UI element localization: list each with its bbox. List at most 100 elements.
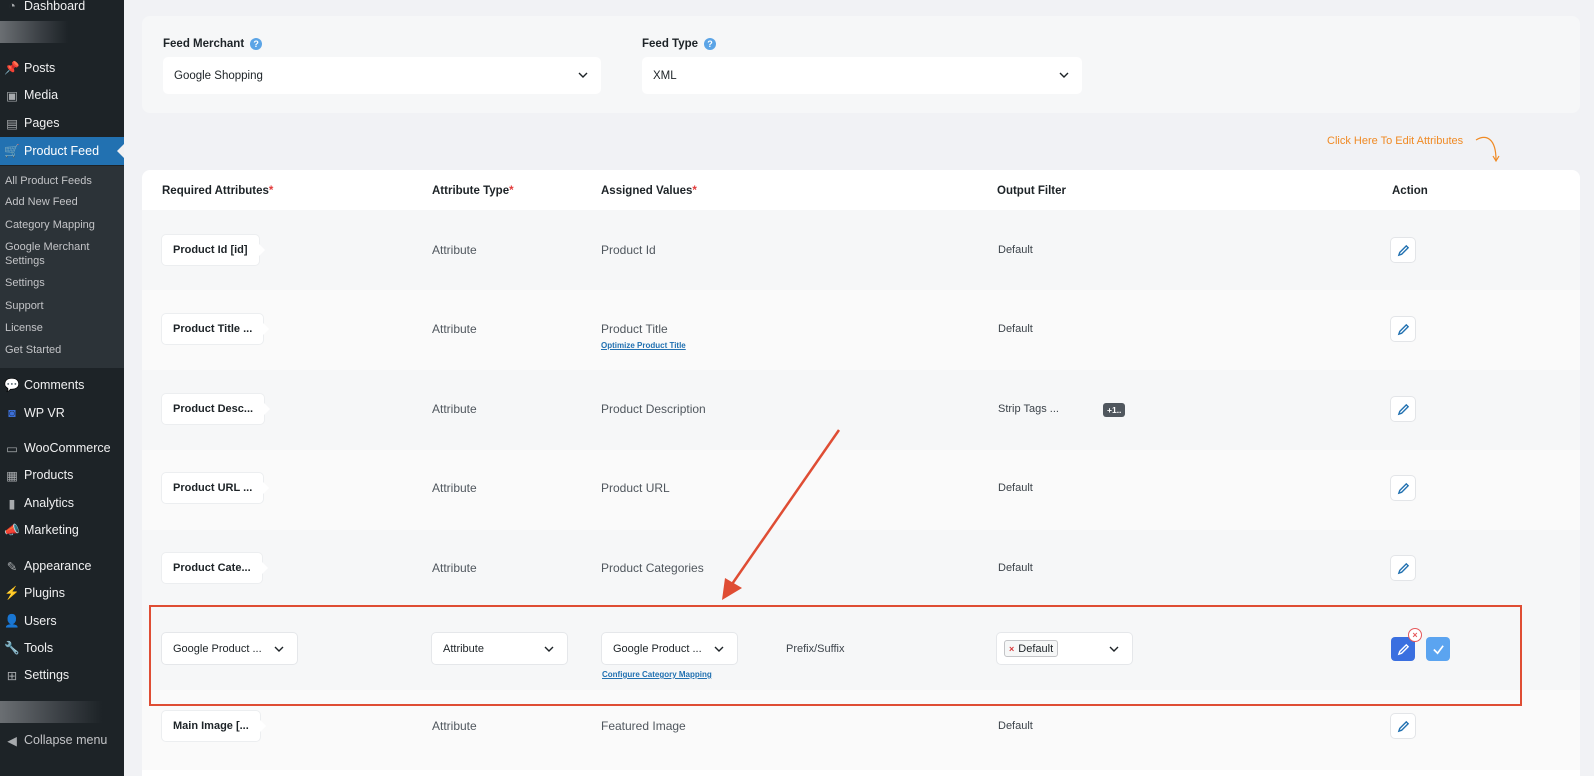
attribute-tag: Main Image [...	[162, 711, 266, 741]
sidebar-item-plugins[interactable]: ⚡ Plugins	[0, 580, 124, 606]
submenu-all-feeds[interactable]: All Product Feeds	[5, 174, 92, 188]
edit-button[interactable]	[1391, 556, 1415, 580]
products-icon: ▦	[6, 468, 18, 483]
submenu-merchant-settings[interactable]: Google Merchant Settings	[5, 240, 105, 268]
submenu-get-started[interactable]: Get Started	[5, 343, 61, 357]
collapse-menu-button[interactable]: ◀ Collapse menu	[0, 727, 124, 753]
user-icon: 👤	[4, 613, 20, 628]
assigned-value: Product URL	[601, 481, 670, 495]
pencil-icon	[1397, 720, 1409, 732]
pages-icon: ▤	[6, 116, 18, 131]
optimize-title-link[interactable]: Optimize Product Title	[601, 341, 686, 350]
sidebar-item-media[interactable]: ▣ Media	[0, 82, 124, 108]
sidebar-item-wpvr[interactable]: ◙ WP VR	[0, 400, 124, 426]
comment-icon: 💬	[4, 377, 20, 392]
attribute-type: Attribute	[432, 719, 477, 733]
edit-button[interactable]	[1391, 476, 1415, 500]
attribute-tag: Product Desc...	[162, 394, 271, 424]
header-output-filter: Output Filter	[997, 185, 1066, 197]
feed-type-select[interactable]: XML	[642, 57, 1082, 94]
table-row: Product Cate... Attribute Product Catego…	[142, 530, 1580, 610]
table-row: Product Id [id] Attribute Product Id Def…	[142, 210, 1580, 290]
curved-arrow-icon	[1475, 136, 1500, 163]
submenu-category-mapping[interactable]: Category Mapping	[5, 218, 95, 232]
attribute-type: Attribute	[432, 402, 477, 416]
settings-icon: ⊞	[6, 668, 18, 683]
sidebar-item-products[interactable]: ▦ Products	[0, 462, 124, 488]
megaphone-icon: 📣	[4, 522, 20, 537]
attribute-tag: Product Cate...	[162, 553, 268, 583]
chevron-down-icon	[578, 72, 588, 78]
table-row: Product Desc... Attribute Product Descri…	[142, 370, 1580, 450]
table-row: Product Title ... Attribute Product Titl…	[142, 290, 1580, 370]
vr-icon: ◙	[8, 406, 16, 420]
media-icon: ▣	[6, 88, 18, 103]
wrench-icon: 🔧	[4, 640, 20, 655]
brush-icon: ✎	[6, 559, 18, 574]
sidebar-item-posts[interactable]: 📌 Posts	[0, 55, 124, 81]
assigned-value: Product Title	[601, 322, 668, 336]
edit-button[interactable]	[1391, 714, 1415, 738]
submenu-license[interactable]: License	[5, 321, 43, 335]
edit-button[interactable]	[1391, 238, 1415, 262]
sidebar-item-tools[interactable]: 🔧 Tools	[0, 635, 124, 661]
edit-button[interactable]	[1391, 317, 1415, 341]
sidebar-item-analytics[interactable]: ▮ Analytics	[0, 490, 124, 516]
header-action: Action	[1392, 185, 1428, 197]
feed-merchant-select[interactable]: Google Shopping	[163, 57, 601, 94]
attribute-tag: Product Id [id]	[162, 235, 265, 265]
sidebar-item-users[interactable]: 👤 Users	[0, 608, 124, 634]
attribute-type: Attribute	[432, 561, 477, 575]
attribute-tag: Product Title ...	[162, 314, 270, 344]
sidebar-item-dashboard[interactable]: ◔ Dashboard	[0, 0, 124, 19]
feed-merchant-label: Feed Merchant ?	[163, 38, 263, 50]
submenu-add-new-feed[interactable]: Add New Feed	[5, 195, 78, 209]
assigned-value: Featured Image	[601, 719, 686, 733]
pencil-icon	[1397, 403, 1409, 415]
header-required-attributes: Required Attributes*	[162, 185, 274, 197]
header-attribute-type: Attribute Type*	[432, 185, 514, 197]
sidebar-item-appearance[interactable]: ✎ Appearance	[0, 553, 124, 579]
sidebar-item-product-feed[interactable]: 🛒 Product Feed	[0, 137, 124, 165]
chevron-down-icon	[1059, 72, 1069, 78]
sidebar-item-woocommerce[interactable]: ▭ WooCommerce	[0, 435, 124, 461]
help-icon[interactable]: ?	[250, 38, 263, 50]
cart-icon: 🛒	[4, 143, 20, 158]
pencil-icon	[1397, 482, 1409, 494]
output-filter: Default	[998, 244, 1033, 256]
submenu-support[interactable]: Support	[5, 299, 44, 313]
pencil-icon	[1397, 323, 1409, 335]
product-feed-submenu: All Product Feeds Add New Feed Category …	[0, 166, 124, 368]
sidebar-item-marketing[interactable]: 📣 Marketing	[0, 517, 124, 543]
sidebar-item-comments[interactable]: 💬 Comments	[0, 372, 124, 398]
assigned-value: Product Description	[601, 402, 706, 416]
analytics-icon: ▮	[8, 496, 16, 511]
sidebar-item-pages[interactable]: ▤ Pages	[0, 110, 124, 136]
highlight-box	[149, 605, 1522, 706]
header-assigned-values: Assigned Values*	[601, 185, 697, 197]
annotation-arrow-icon	[722, 429, 841, 600]
feed-type-label: Feed Type ?	[642, 38, 717, 50]
output-filter: Strip Tags ...	[998, 403, 1059, 415]
collapse-icon: ◀	[7, 733, 17, 748]
assigned-value: Product Categories	[601, 561, 704, 575]
output-filter: Default	[998, 720, 1033, 732]
edit-button[interactable]	[1391, 397, 1415, 421]
table-row: Product URL ... Attribute Product URL De…	[142, 450, 1580, 530]
plug-icon: ⚡	[4, 585, 20, 600]
attribute-type: Attribute	[432, 243, 477, 257]
sidebar-item-settings[interactable]: ⊞ Settings	[0, 662, 124, 688]
feed-settings-card: Feed Merchant ? Google Shopping Feed Typ…	[142, 16, 1580, 113]
blurred-item	[0, 21, 68, 43]
pin-icon: 📌	[4, 60, 20, 75]
pencil-icon	[1397, 562, 1409, 574]
blurred-item	[0, 701, 102, 723]
submenu-settings[interactable]: Settings	[5, 276, 45, 290]
output-filter: Default	[998, 482, 1033, 494]
dashboard-icon: ◔	[8, 0, 16, 13]
help-icon[interactable]: ?	[704, 38, 717, 50]
woo-icon: ▭	[6, 441, 18, 456]
edit-attributes-hint[interactable]: Click Here To Edit Attributes	[1327, 135, 1463, 147]
pencil-icon	[1397, 244, 1409, 256]
attribute-type: Attribute	[432, 481, 477, 495]
